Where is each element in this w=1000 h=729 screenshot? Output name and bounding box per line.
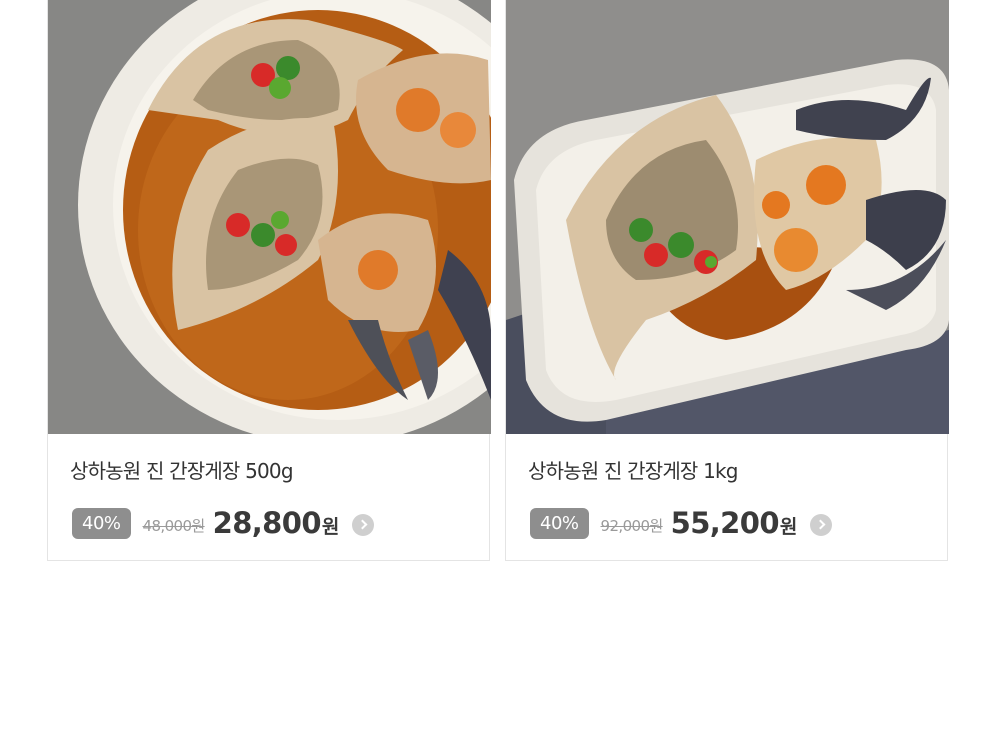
- product-title[interactable]: 상하농원 진 간장게장 500g: [70, 455, 294, 484]
- sale-price: 28,800: [212, 506, 322, 540]
- product-card[interactable]: 상하농원 진 간장게장 500g 40% 48,000원 28,800 원: [47, 0, 491, 561]
- price-row: 40% 48,000원 28,800 원: [72, 506, 375, 540]
- product-grid: 상하농원 진 간장게장 500g 40% 48,000원 28,800 원 상하…: [47, 0, 949, 562]
- discount-badge: 40%: [72, 507, 131, 539]
- original-price: 92,000원: [600, 516, 664, 535]
- original-price: 48,000원: [142, 516, 206, 535]
- product-image[interactable]: [48, 0, 491, 434]
- chevron-right-icon[interactable]: [352, 513, 375, 536]
- discount-badge: 40%: [530, 507, 589, 539]
- product-card[interactable]: 상하농원 진 간장게장 1kg 40% 92,000원 55,200 원: [505, 0, 949, 561]
- currency-unit: 원: [779, 515, 798, 538]
- product-image[interactable]: [506, 0, 949, 434]
- sale-price: 55,200: [670, 506, 780, 540]
- price-row: 40% 92,000원 55,200 원: [530, 506, 833, 540]
- currency-unit: 원: [321, 515, 340, 538]
- chevron-right-icon[interactable]: [810, 513, 833, 536]
- product-title[interactable]: 상하농원 진 간장게장 1kg: [528, 455, 738, 484]
